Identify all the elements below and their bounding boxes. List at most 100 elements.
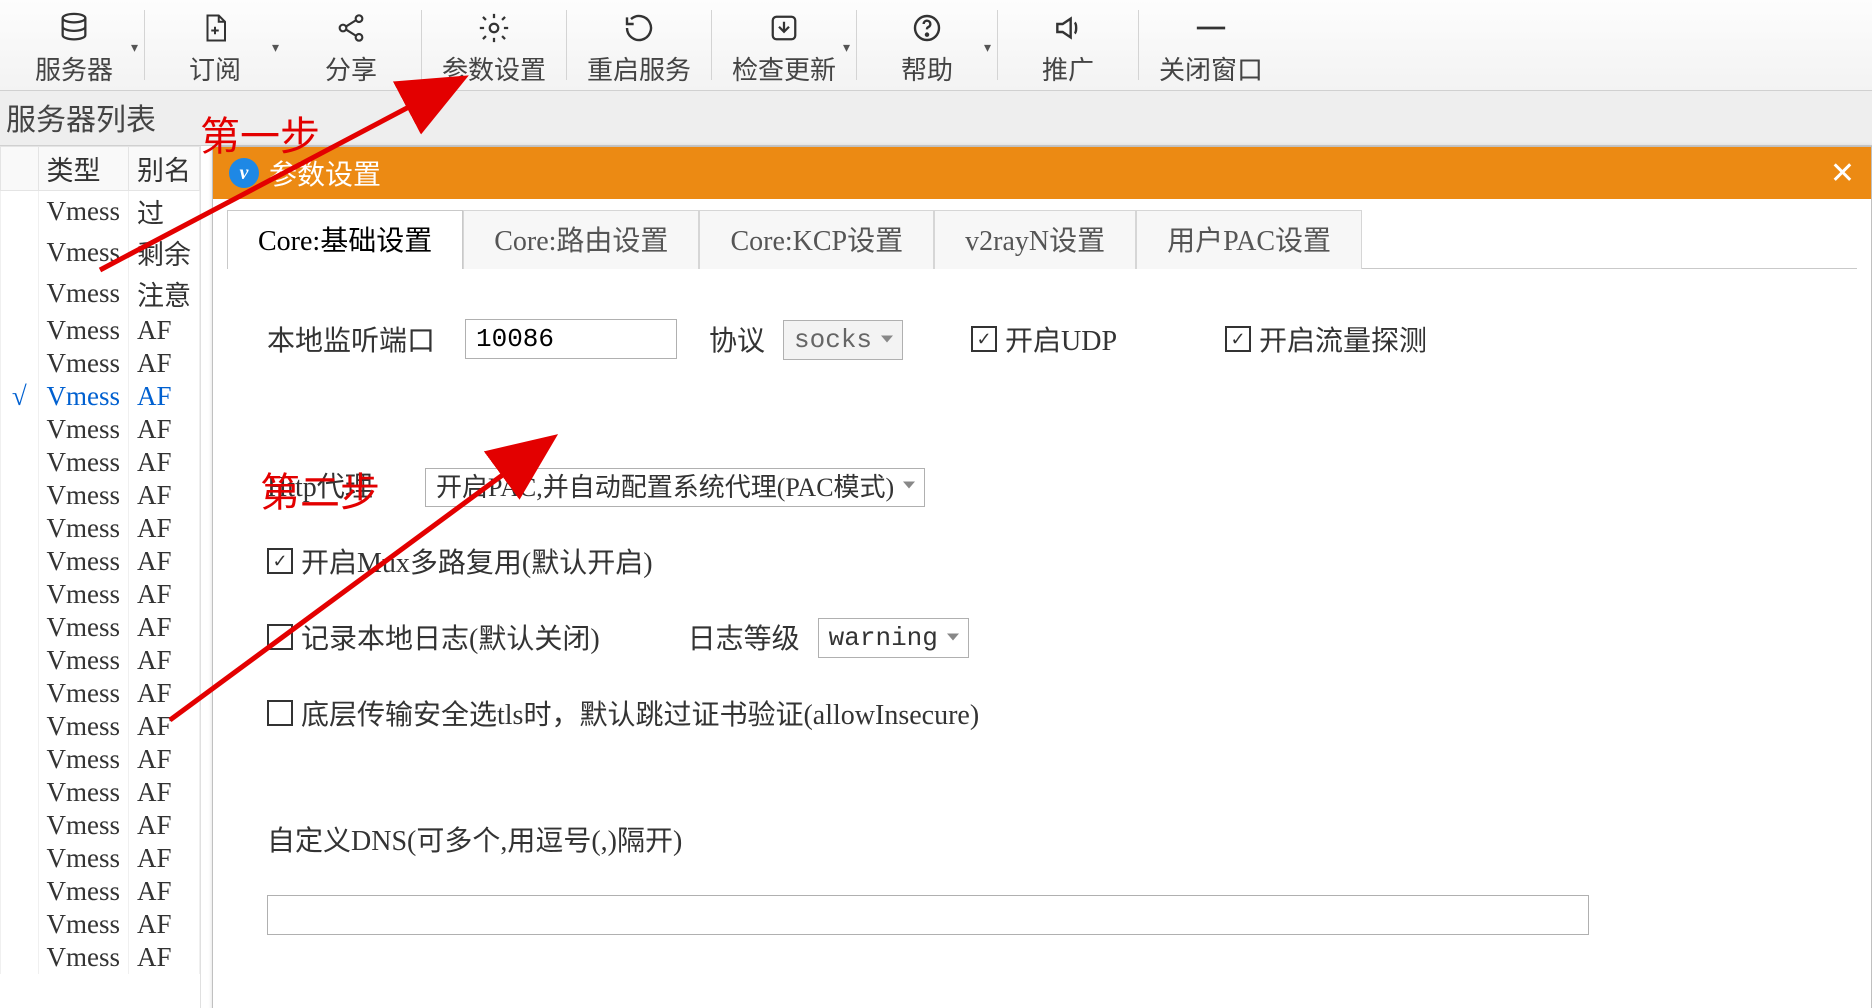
toolbar-share-button[interactable]: 分享	[283, 0, 419, 90]
tab-3[interactable]: v2rayN设置	[934, 210, 1136, 269]
chevron-down-icon: ▾	[843, 40, 850, 57]
tls-label: 底层传输安全选tls时，默认跳过证书验证(allowInsecure)	[301, 693, 979, 733]
dns-input[interactable]	[267, 895, 1589, 935]
server-row[interactable]: VmessAF	[1, 809, 200, 842]
port-input[interactable]	[465, 319, 677, 359]
close-icon[interactable]: ✕	[1830, 156, 1855, 191]
sniff-checkbox[interactable]: ✓ 开启流量探测	[1225, 319, 1427, 359]
toolbar-help-button[interactable]: 帮助▾	[859, 0, 995, 90]
server-row[interactable]: Vmess剩余	[1, 232, 200, 273]
col-check[interactable]	[1, 147, 39, 191]
row-alias: AF	[129, 941, 200, 974]
server-row[interactable]: Vmess注意	[1, 273, 200, 314]
server-row[interactable]: VmessAF	[1, 545, 200, 578]
toolbar-label: 参数设置	[442, 50, 546, 87]
row-check	[1, 347, 39, 380]
toolbar-reload-button[interactable]: 重启服务	[569, 0, 709, 90]
row-alias: AF	[129, 512, 200, 545]
httpproxy-select[interactable]: 开启PAC,并自动配置系统代理(PAC模式)	[425, 468, 925, 507]
row-type: Vmess	[38, 413, 129, 446]
protocol-select[interactable]: socks	[783, 320, 903, 360]
row-type: Vmess	[38, 347, 129, 380]
row-type: Vmess	[38, 743, 129, 776]
row-alias: AF	[129, 809, 200, 842]
toolbar-gear-button[interactable]: 参数设置	[424, 0, 564, 90]
speaker-icon	[1051, 6, 1085, 50]
row-check	[1, 479, 39, 512]
server-row[interactable]: VmessAF	[1, 644, 200, 677]
row-type: Vmess	[38, 611, 129, 644]
server-row[interactable]: VmessAF	[1, 743, 200, 776]
toolbar-speaker-button[interactable]: 推广	[1000, 0, 1136, 90]
server-row[interactable]: VmessAF	[1, 413, 200, 446]
loglevel-select[interactable]: warning	[818, 618, 969, 658]
server-table: 类型 别名 Vmess过Vmess剩余Vmess注意VmessAFVmessAF…	[0, 146, 201, 1008]
port-label: 本地监听端口	[267, 319, 447, 359]
row-alias: AF	[129, 677, 200, 710]
row-alias: 过	[129, 191, 200, 233]
server-list-bar: 服务器列表	[0, 91, 1872, 146]
server-row[interactable]: VmessAF	[1, 611, 200, 644]
row-check	[1, 512, 39, 545]
chevron-down-icon: ▾	[131, 40, 138, 57]
row-type: Vmess	[38, 677, 129, 710]
server-row[interactable]: √VmessAF	[1, 380, 200, 413]
toolbar-file-add-button[interactable]: 订阅▾	[147, 0, 283, 90]
toolbar-db-button[interactable]: 服务器 ▾	[6, 0, 142, 90]
row-check	[1, 776, 39, 809]
row-check	[1, 677, 39, 710]
row-type: Vmess	[38, 191, 129, 233]
col-type[interactable]: 类型	[38, 147, 129, 191]
row-check	[1, 875, 39, 908]
file-add-icon	[200, 6, 230, 50]
server-row[interactable]: VmessAF	[1, 710, 200, 743]
chevron-down-icon: ▾	[984, 40, 991, 57]
toolbar-minus-button[interactable]: 关闭窗口	[1141, 0, 1281, 90]
tls-checkbox[interactable]: 底层传输安全选tls时，默认跳过证书验证(allowInsecure)	[267, 693, 979, 733]
row-type: Vmess	[38, 875, 129, 908]
server-row[interactable]: VmessAF	[1, 842, 200, 875]
toolbar-label: 服务器	[35, 50, 113, 87]
toolbar-download-button[interactable]: 检查更新▾	[714, 0, 854, 90]
app-icon: v	[229, 158, 259, 188]
minus-icon	[1194, 6, 1228, 50]
row-alias: 剩余	[129, 232, 200, 273]
mux-checkbox[interactable]: ✓ 开启Mux多路复用(默认开启)	[267, 541, 653, 581]
loglevel-label: 日志等级	[688, 617, 800, 657]
row-type: Vmess	[38, 809, 129, 842]
row-alias: AF	[129, 347, 200, 380]
row-check	[1, 578, 39, 611]
tab-4[interactable]: 用户PAC设置	[1136, 210, 1362, 269]
tab-2[interactable]: Core:KCP设置	[699, 210, 934, 269]
server-row[interactable]: VmessAF	[1, 677, 200, 710]
download-icon	[769, 6, 799, 50]
server-row[interactable]: VmessAF	[1, 314, 200, 347]
server-row[interactable]: Vmess过	[1, 191, 200, 233]
server-row[interactable]: VmessAF	[1, 446, 200, 479]
server-row[interactable]: VmessAF	[1, 875, 200, 908]
col-alias[interactable]: 别名	[129, 147, 200, 191]
row-type: Vmess	[38, 941, 129, 974]
settings-tabs: Core:基础设置Core:路由设置Core:KCP设置v2rayN设置用户PA…	[213, 199, 1871, 268]
row-check	[1, 743, 39, 776]
udp-checkbox[interactable]: ✓ 开启UDP	[971, 319, 1117, 359]
log-checkbox[interactable]: 记录本地日志(默认关闭)	[267, 617, 600, 657]
row-alias: AF	[129, 743, 200, 776]
server-row[interactable]: VmessAF	[1, 908, 200, 941]
tab-0[interactable]: Core:基础设置	[227, 210, 463, 269]
share-icon	[335, 6, 367, 50]
row-type: Vmess	[38, 380, 129, 413]
server-row[interactable]: VmessAF	[1, 941, 200, 974]
tab-1[interactable]: Core:路由设置	[463, 210, 699, 269]
server-row[interactable]: VmessAF	[1, 512, 200, 545]
toolbar-label: 推广	[1042, 50, 1094, 87]
row-check	[1, 545, 39, 578]
server-row[interactable]: VmessAF	[1, 776, 200, 809]
row-check	[1, 232, 39, 273]
server-row[interactable]: VmessAF	[1, 479, 200, 512]
row-type: Vmess	[38, 908, 129, 941]
dialog-titlebar[interactable]: v 参数设置 ✕	[213, 147, 1871, 199]
toolbar-label: 分享	[325, 50, 377, 87]
server-row[interactable]: VmessAF	[1, 347, 200, 380]
server-row[interactable]: VmessAF	[1, 578, 200, 611]
